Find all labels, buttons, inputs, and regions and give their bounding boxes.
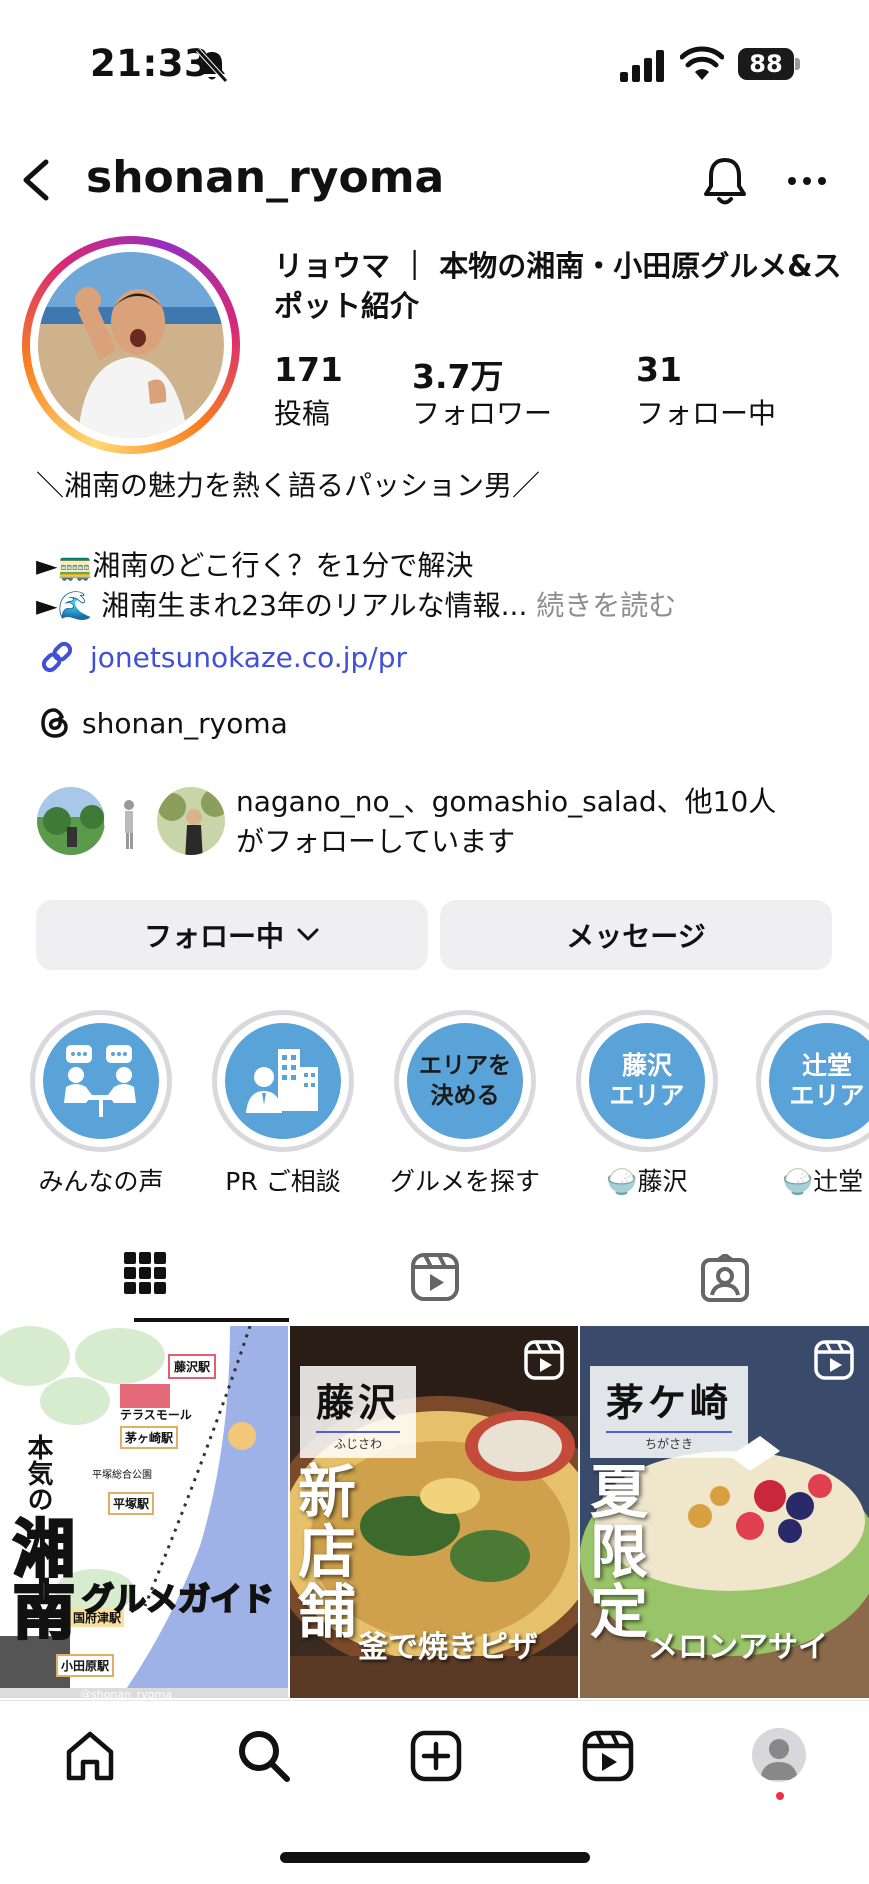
profile-link[interactable]: jonetsunokaze.co.jp/pr	[38, 638, 407, 676]
post-title-top: 本気の	[23, 1434, 53, 1512]
home-icon[interactable]	[64, 1730, 116, 1782]
post-title-big: 湘南	[1, 1515, 77, 1642]
highlight-cover-line: エリア	[609, 1081, 685, 1110]
battery-level: 88	[738, 48, 794, 80]
highlight-cover[interactable]	[30, 1010, 172, 1152]
post-area-kana: ふじさわ	[316, 1431, 401, 1452]
post-big-text: 新店舗	[298, 1458, 357, 1646]
highlight-cover[interactable]	[212, 1010, 354, 1152]
post-area: 茅ケ崎	[606, 1380, 733, 1425]
bio-line-3-text: ►🌊 湘南生まれ23年のリアルな情報...	[36, 589, 528, 622]
post-area-kana: ちがさき	[606, 1431, 733, 1452]
map-label: テラスモール	[120, 1408, 192, 1422]
highlight-cover-line: エリア	[789, 1081, 865, 1110]
highlight-cover-clip: 辻堂 エリア	[756, 1010, 869, 1152]
map-label: 藤沢駅	[168, 1354, 217, 1379]
more-options-icon[interactable]	[785, 166, 829, 196]
chevron-down-icon	[297, 928, 319, 941]
highlight-cover-line: エリアを	[419, 1052, 511, 1079]
bio-line-3: ►🌊 湘南生まれ23年のリアルな情報... 続きを読む	[36, 586, 676, 626]
highlight-cover-line: 決める	[430, 1082, 500, 1109]
following-label[interactable]: フォロー中	[636, 392, 776, 432]
map-label: 平塚駅	[108, 1492, 155, 1515]
posts-label[interactable]: 投稿	[274, 392, 330, 432]
posts-count[interactable]: 171	[274, 350, 343, 389]
message-button-label: メッセージ	[566, 920, 706, 953]
bio-line-2: ►🚃湘南のどこ行く？を1分で解決	[36, 549, 474, 582]
battery-tip	[795, 58, 800, 70]
post-area: 藤沢	[316, 1380, 401, 1425]
post-caption: 釜で焼きピザ	[358, 1630, 538, 1665]
post-big-text: 夏限定	[590, 1458, 649, 1646]
highlight-label[interactable]: みんなの声	[11, 1162, 191, 1198]
highlight-cover[interactable]: エリアを 決める	[394, 1010, 536, 1152]
post-area-box: 藤沢 ふじさわ	[300, 1366, 417, 1458]
followed-by-suffix: がフォローしています	[236, 825, 516, 858]
notification-dot	[776, 1792, 784, 1800]
highlight-cover[interactable]: 藤沢 エリア	[576, 1010, 718, 1152]
tagged-tab-icon[interactable]	[700, 1254, 750, 1304]
follower-avatar[interactable]	[34, 784, 108, 858]
business-building-icon	[246, 1049, 318, 1113]
highlight-label-clip: 🍚辻堂	[756, 1162, 869, 1196]
display-name: リョウマ ｜ 本物の湘南・小田原グルメ&スポット紹介	[274, 249, 842, 323]
grid-icon[interactable]	[124, 1252, 166, 1294]
back-arrow-icon[interactable]	[18, 156, 54, 204]
followers-count[interactable]: 3.7万	[412, 350, 503, 398]
read-more-link[interactable]: 続きを読む	[536, 589, 676, 622]
avatar[interactable]	[38, 252, 224, 438]
highlight-label[interactable]: 🍚藤沢	[557, 1162, 737, 1198]
status-time: 21:33	[90, 42, 211, 85]
post-thumbnail[interactable]: 藤沢駅 テラスモール 茅ヶ崎駅 平塚総合公園 平塚駅 国府津駅 小田原駅 本気の…	[0, 1326, 288, 1698]
highlight-label[interactable]: グルメを探す	[375, 1162, 555, 1198]
threads-icon	[41, 708, 68, 738]
highlight-cover-text: 辻堂 エリア	[789, 1051, 864, 1111]
profile-tab-avatar[interactable]	[752, 1728, 806, 1782]
active-tab-indicator	[134, 1318, 289, 1322]
search-icon[interactable]	[236, 1728, 292, 1784]
bio-line-1: ＼湘南の魅力を熱く語るパッション男／	[36, 469, 541, 502]
highlight-cover-line: 辻堂	[801, 1051, 852, 1080]
profile-username: shonan_ryoma	[86, 152, 445, 203]
followed-by-text[interactable]: nagano_no_、gomashio_salad、他10人 がフォローしていま…	[236, 782, 776, 862]
bell-slash-icon	[196, 48, 228, 83]
highlight-cover[interactable]: 辻堂 エリア	[756, 1010, 869, 1152]
threads-handle[interactable]: shonan_ryoma	[82, 707, 288, 740]
wifi-icon	[680, 46, 724, 80]
followed-by-names[interactable]: nagano_no_、gomashio_salad、他10人	[236, 782, 776, 822]
reels-icon[interactable]	[582, 1730, 634, 1782]
highlight-cover-text: 藤沢 エリア	[609, 1051, 684, 1111]
highlight-label[interactable]: 🍚辻堂	[782, 1162, 863, 1196]
following-button[interactable]: フォロー中	[36, 900, 428, 970]
highlight-label[interactable]: PR ご相談	[193, 1162, 373, 1198]
post-thumbnail[interactable]: 藤沢 ふじさわ 新店舗 釜で焼きピザ	[290, 1326, 578, 1698]
profile-link-text[interactable]: jonetsunokaze.co.jp/pr	[90, 641, 407, 674]
map-label: 平塚総合公園	[92, 1470, 152, 1481]
reels-tab-icon[interactable]	[410, 1252, 460, 1302]
message-button[interactable]: メッセージ	[440, 900, 832, 970]
post-caption: メロンアサイ	[648, 1630, 828, 1665]
reel-badge-icon	[814, 1340, 854, 1380]
map-label: 茅ヶ崎駅	[120, 1426, 179, 1449]
followers-label[interactable]: フォロワー	[412, 392, 552, 432]
cellular-signal-icon	[620, 50, 664, 82]
post-thumbnail[interactable]: 茅ケ崎 ちがさき 夏限定 メロンアサイ	[580, 1326, 869, 1698]
following-button-label: フォロー中	[143, 920, 284, 953]
post-handle: @shonan_ryoma	[80, 1688, 172, 1698]
post-area-box: 茅ケ崎 ちがさき	[590, 1366, 749, 1458]
highlight-cover-text: エリアを 決める	[419, 1051, 511, 1111]
post-caption: グルメガイド	[81, 1579, 275, 1619]
highlight-cover-line: 藤沢	[621, 1051, 672, 1080]
link-icon	[41, 641, 73, 673]
follower-avatar[interactable]	[154, 784, 228, 858]
home-indicator	[280, 1852, 590, 1863]
reel-badge-icon	[524, 1340, 564, 1380]
map-label: 小田原駅	[56, 1654, 115, 1677]
people-talking-icon	[64, 1045, 136, 1117]
create-post-icon[interactable]	[410, 1730, 462, 1782]
following-count[interactable]: 31	[636, 350, 682, 389]
notification-bell-icon[interactable]	[700, 154, 750, 208]
threads-link[interactable]: shonan_ryoma	[38, 706, 288, 740]
